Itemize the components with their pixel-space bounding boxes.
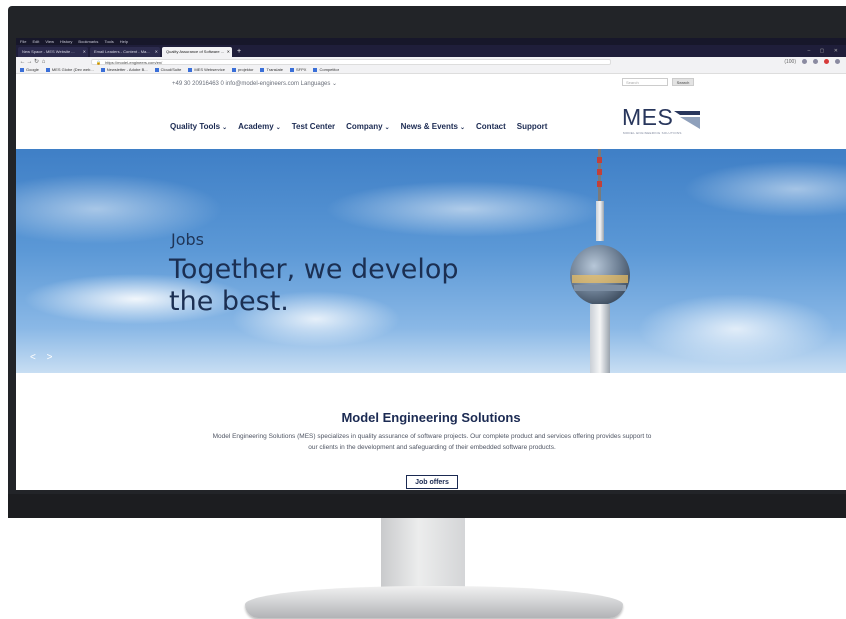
bookmark-icon	[100, 67, 105, 72]
slider-controls: < >	[30, 352, 56, 363]
chevron-down-icon: ⌄	[459, 125, 466, 131]
menu-tools[interactable]: Tools	[104, 38, 113, 45]
new-tab-button[interactable]: +	[234, 47, 241, 57]
tv-tower-image	[570, 149, 630, 373]
hero-title: Together, we develop the best.	[169, 254, 459, 317]
tab-label: Quality Assurance of Software ...	[166, 49, 225, 54]
extension-red-icon[interactable]	[824, 59, 829, 64]
slider-next-icon[interactable]: >	[47, 352, 57, 363]
menu-help[interactable]: Help	[120, 38, 128, 45]
slider-prev-icon[interactable]: <	[30, 352, 40, 363]
search-button[interactable]: Search	[672, 78, 694, 86]
main-nav: Quality Tools ⌄ Academy ⌄ Test Center Comp…	[170, 122, 547, 131]
menu-file[interactable]: File	[20, 38, 26, 45]
bookmark-item[interactable]: Newsletter - Adobe B...	[100, 66, 148, 73]
bookmarks-bar: Google MES Globe (Dev web... Newsletter …	[16, 66, 846, 74]
bookmark-icon	[20, 67, 24, 72]
intro-section: Model Engineering Solutions Model Engine…	[16, 373, 846, 490]
reload-icon[interactable]: ↻	[33, 58, 40, 65]
hero-banner: Jobs Together, we develop the best. < >	[16, 149, 846, 373]
close-icon[interactable]: ✕	[83, 47, 86, 57]
chevron-down-icon: ⌄	[384, 125, 390, 131]
menu-bookmarks[interactable]: Bookmarks	[78, 38, 98, 45]
section-text: Model Engineering Solutions (MES) specia…	[212, 433, 652, 451]
monitor-chin	[8, 494, 846, 518]
contact-info[interactable]: +49 30 20916463 0 info@model-engineers.c…	[172, 80, 337, 87]
url-bar[interactable]: 🔒 https://model-engineers.com/en/	[91, 58, 611, 65]
nav-test-center[interactable]: Test Center	[292, 122, 335, 131]
browser-toolbar-right: (100)	[784, 57, 840, 66]
mes-logo[interactable]: MES MODEL ENGINEERING SOLUTIONS	[622, 104, 702, 140]
browser-tab[interactable]: New Space - MES Website ... ✕	[18, 47, 88, 57]
menu-icon[interactable]	[835, 59, 840, 64]
bookmark-icon	[313, 67, 318, 72]
extension-icon[interactable]	[802, 59, 807, 64]
browser-tab[interactable]: Email Leaders - Content - Ma... ✕	[90, 47, 160, 57]
bookmark-item[interactable]: Google	[20, 66, 39, 73]
logo-text: MES	[622, 104, 674, 130]
bookmark-icon	[260, 67, 265, 72]
url-text: https://model-engineers.com/en/	[105, 59, 163, 65]
bookmark-item[interactable]: Translate	[260, 66, 283, 73]
bookmark-icon	[188, 67, 193, 72]
bookmark-item[interactable]: SFPX	[290, 66, 306, 73]
logo-subtitle: MODEL ENGINEERING SOLUTIONS	[623, 131, 682, 135]
monitor-stand-neck	[381, 518, 465, 594]
bookmark-icon	[290, 67, 295, 72]
zoom-level[interactable]: (100)	[784, 59, 796, 65]
job-offers-button[interactable]: Job offers	[406, 475, 458, 489]
tab-label: Email Leaders - Content - Ma...	[94, 49, 150, 54]
browser-menu-bar: File Edit View History Bookmarks Tools H…	[16, 38, 846, 45]
nav-company[interactable]: Company ⌄	[346, 122, 389, 131]
menu-view[interactable]: View	[45, 38, 54, 45]
close-icon[interactable]: ✕	[155, 47, 158, 57]
bookmark-item[interactable]: MES Globe (Dev web...	[45, 66, 94, 73]
close-icon[interactable]: ✕	[227, 47, 230, 57]
home-icon[interactable]: ⌂	[40, 59, 47, 65]
nav-academy[interactable]: Academy ⌄	[238, 122, 281, 131]
screen: File Edit View History Bookmarks Tools H…	[16, 38, 846, 490]
bookmark-icon	[231, 67, 236, 72]
forward-arrow-icon[interactable]: →	[26, 59, 33, 65]
bookmark-icon	[45, 67, 50, 72]
search-input[interactable]: Search	[622, 78, 668, 86]
bookmark-item[interactable]: Competitor	[313, 66, 339, 73]
back-arrow-icon[interactable]: ←	[19, 59, 26, 65]
library-icon[interactable]	[813, 59, 818, 64]
chevron-down-icon: ⌄	[275, 125, 281, 131]
browser-nav-bar: ← → ↻ ⌂ 🔒 https://model-engineers.com/en…	[16, 57, 846, 66]
menu-edit[interactable]: Edit	[32, 38, 39, 45]
nav-news-events[interactable]: News & Events ⌄	[401, 122, 465, 131]
site-header: Quality Tools ⌄ Academy ⌄ Test Center Comp…	[16, 92, 846, 150]
nav-contact[interactable]: Contact	[476, 122, 506, 131]
nav-support[interactable]: Support	[517, 122, 548, 131]
browser-tab-active[interactable]: Quality Assurance of Software ... ✕	[162, 47, 232, 57]
section-title: Model Engineering Solutions	[341, 410, 521, 425]
window-controls[interactable]: – ▢ ✕	[808, 45, 842, 57]
hero-kicker: Jobs	[171, 230, 204, 249]
chevron-down-icon: ⌄	[222, 125, 228, 131]
nav-quality-tools[interactable]: Quality Tools ⌄	[170, 122, 227, 131]
tab-label: New Space - MES Website ...	[22, 49, 75, 54]
logo-arrow-icon	[674, 111, 700, 129]
site-topbar: +49 30 20916463 0 info@model-engineers.c…	[16, 76, 846, 91]
bookmark-item[interactable]: MES Webservice	[188, 66, 225, 73]
lock-icon: 🔒	[96, 59, 101, 65]
monitor-stand-base	[245, 586, 623, 618]
browser-tab-strip: New Space - MES Website ... ✕ Email Lead…	[16, 45, 846, 57]
menu-history[interactable]: History	[60, 38, 72, 45]
bookmark-item[interactable]: Cloud/Suite	[154, 66, 181, 73]
bookmark-icon	[154, 67, 159, 72]
bookmark-item[interactable]: projektor	[231, 66, 253, 73]
